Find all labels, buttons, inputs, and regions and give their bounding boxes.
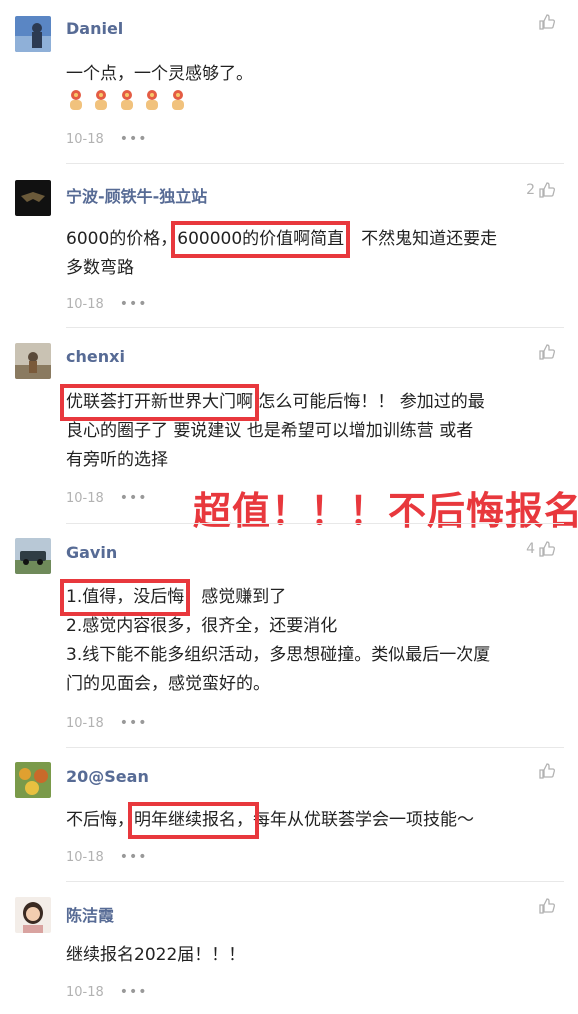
thumbs-up-icon — [539, 344, 555, 360]
comment-date: 10-18 — [66, 715, 104, 731]
like-button[interactable] — [535, 897, 556, 915]
more-options-icon[interactable]: ••• — [120, 849, 148, 865]
divider — [66, 327, 564, 328]
more-options-icon[interactable]: ••• — [120, 490, 148, 506]
like-count: 2 — [526, 182, 535, 198]
highlight-box: 600000的价值啊简直 — [171, 221, 351, 258]
fist-bump-emoji-row — [66, 89, 562, 117]
fist-bump-icon — [66, 90, 86, 116]
like-button[interactable]: 2 — [526, 181, 556, 199]
like-button[interactable]: 4 — [526, 540, 556, 558]
divider — [66, 163, 564, 164]
thumbs-up-icon — [539, 541, 555, 557]
comment-text: 1.值得，没后悔，感觉赚到了 2.感觉内容很多，很齐全，还要消化 3.线下能不能… — [59, 579, 562, 699]
fist-bump-icon — [117, 90, 137, 116]
comment-date: 10-18 — [66, 131, 104, 147]
divider — [66, 523, 564, 524]
thumbs-up-icon — [539, 898, 555, 914]
avatar[interactable] — [15, 180, 51, 216]
annotation-overlay: 超值！！！不后悔报名 — [193, 489, 578, 533]
avatar[interactable] — [15, 897, 51, 933]
comment-meta: 10-18 ••• — [66, 984, 148, 1000]
comment-text: 继续报名2022届！！！ — [66, 945, 246, 965]
more-options-icon[interactable]: ••• — [120, 715, 148, 731]
commenter-name[interactable]: 宁波-顾铁牛-独立站 — [66, 183, 207, 207]
thumbs-up-icon — [539, 763, 555, 779]
avatar[interactable] — [15, 16, 51, 52]
highlight-box: 优联荟打开新世界大门啊 — [60, 384, 259, 421]
commenter-name[interactable]: 陈洁霞 — [66, 902, 114, 926]
avatar[interactable] — [15, 343, 51, 379]
more-options-icon[interactable]: ••• — [120, 131, 148, 147]
comment-meta: 10-18 ••• — [66, 849, 148, 865]
divider — [66, 881, 564, 882]
comment-date: 10-18 — [66, 296, 104, 312]
thumbs-up-icon — [539, 14, 555, 30]
like-button[interactable] — [535, 343, 556, 361]
more-options-icon[interactable]: ••• — [120, 984, 148, 1000]
commenter-name[interactable]: Daniel — [66, 19, 123, 38]
comment-meta: 10-18 ••• — [66, 490, 148, 506]
fist-bump-icon — [91, 90, 111, 116]
comment-text: 不后悔，明年继续报名，每年从优联荟学会一项技能～ — [66, 802, 562, 839]
more-options-icon[interactable]: ••• — [120, 296, 148, 312]
commenter-name[interactable]: 20@Sean — [66, 767, 149, 786]
commenter-name[interactable]: chenxi — [66, 347, 125, 366]
like-button[interactable] — [535, 762, 556, 780]
like-count: 4 — [526, 541, 535, 557]
avatar[interactable] — [15, 538, 51, 574]
comment-date: 10-18 — [66, 849, 104, 865]
avatar[interactable] — [15, 762, 51, 798]
comment-date: 10-18 — [66, 490, 104, 506]
divider — [66, 747, 564, 748]
comment-meta: 10-18 ••• — [66, 715, 148, 731]
fist-bump-icon — [168, 90, 188, 116]
comment-meta: 10-18 ••• — [66, 131, 148, 147]
comment-text: 优联荟打开新世界大门啊 怎么可能后悔！！ 参加过的最 良心的圈子了 要说建议 也… — [60, 384, 562, 475]
commenter-name[interactable]: Gavin — [66, 543, 117, 562]
comment-text: 一个点，一个灵感够了。 — [66, 60, 562, 117]
comment-text: 6000的价格，600000的价值啊简直，不然鬼知道还要走 多数弯路 — [66, 221, 562, 283]
thumbs-up-icon — [539, 182, 555, 198]
comment-date: 10-18 — [66, 984, 104, 1000]
comment-meta: 10-18 ••• — [66, 296, 148, 312]
highlight-box: 1.值得，没后悔 — [59, 579, 191, 616]
highlight-box: 明年继续报名， — [128, 802, 259, 839]
fist-bump-icon — [142, 90, 162, 116]
like-button[interactable] — [535, 13, 556, 31]
